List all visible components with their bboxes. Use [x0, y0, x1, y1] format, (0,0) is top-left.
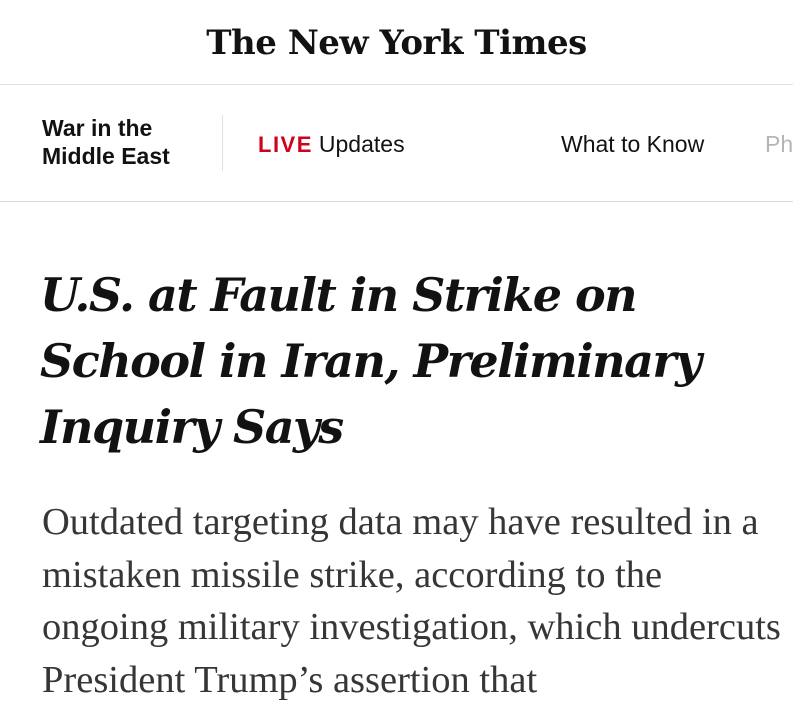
live-updates-label: Updates	[318, 131, 405, 157]
section-title-line1: War in the	[42, 115, 153, 141]
live-updates-link[interactable]: LIVE Updates	[258, 130, 405, 159]
nyt-logo[interactable]: The New York Times	[206, 23, 587, 63]
what-to-know-link[interactable]: What to Know	[561, 130, 704, 158]
live-badge: LIVE	[258, 132, 313, 157]
nav-item-truncated[interactable]: Ph	[765, 130, 793, 158]
section-nav: War in the Middle East LIVE Updates What …	[0, 85, 793, 202]
article-headline: U.S. at Fault in Strike on School in Ira…	[40, 268, 702, 454]
section-title-line2: Middle East	[42, 143, 170, 169]
masthead: The New York Times	[0, 0, 793, 85]
nav-divider	[222, 115, 223, 171]
article-summary: Outdated targeting data may have resulte…	[42, 501, 781, 701]
section-title[interactable]: War in the Middle East	[42, 114, 212, 170]
